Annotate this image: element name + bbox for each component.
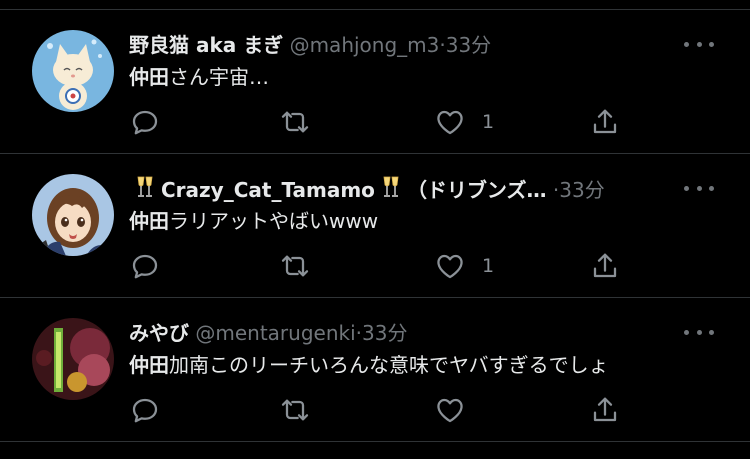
reply-button[interactable] [129, 102, 161, 142]
timestamp[interactable]: 33分 [559, 178, 604, 202]
retweet-button[interactable] [279, 246, 311, 286]
share-icon [593, 109, 617, 134]
tweet-text: 仲田さん宇宙… [129, 62, 269, 92]
tweet[interactable]: 野良猫 aka まぎ @mahjong_m3·33分 仲田さん宇宙… 1 [0, 10, 750, 154]
mention[interactable]: 仲田 [129, 353, 169, 377]
handle[interactable]: @mahjong_m3 [290, 33, 440, 57]
reply-feed: 野良猫 aka まぎ @mahjong_m3·33分 仲田さん宇宙… 1 Cra… [0, 0, 750, 459]
tweet-text: 仲田加南このリーチいろんな意味でヤバすぎるでしょ [129, 350, 609, 380]
display-name[interactable]: Crazy_Cat_Tamamo [161, 178, 375, 202]
more-options-icon[interactable] [684, 34, 714, 54]
tweet[interactable]: みやび @mentarugenki·33分 仲田加南このリーチいろんな意味でヤバ… [0, 298, 750, 442]
display-name[interactable]: みやび [129, 321, 189, 345]
display-name[interactable]: 野良猫 aka まぎ [129, 33, 283, 57]
handle[interactable]: @mentarugenki [195, 321, 355, 345]
game-art-avatar-image [32, 318, 114, 400]
more-options-icon[interactable] [684, 178, 714, 198]
tweet-text-content: さん宇宙… [169, 65, 269, 89]
display-name-extra[interactable]: （ドリブンズ… [407, 178, 547, 202]
reply-button[interactable] [129, 246, 161, 286]
tweet-text: 仲田ラリアットやばいwww [129, 206, 378, 236]
timestamp[interactable]: 33分 [446, 33, 491, 57]
reply-icon [132, 110, 158, 135]
share-button[interactable] [589, 246, 621, 286]
timestamp[interactable]: 33分 [362, 321, 407, 345]
share-button[interactable] [589, 390, 621, 430]
like-button[interactable]: 1 [434, 102, 494, 142]
anime-character-avatar-image [32, 174, 114, 256]
reply-button[interactable] [129, 390, 161, 430]
tweet[interactable]: Crazy_Cat_Tamamo （ドリブンズ… ·33分 仲田ラリアットやばい… [0, 154, 750, 298]
tweet-header: みやび @mentarugenki·33分 [129, 318, 630, 348]
share-button[interactable] [589, 102, 621, 142]
champagne-glasses-icon [137, 176, 153, 197]
tweet-actions: 1 [129, 102, 649, 142]
reply-icon [132, 254, 158, 279]
retweet-icon [281, 255, 309, 277]
like-icon [437, 398, 463, 423]
reply-icon [132, 398, 158, 423]
more-options-icon[interactable] [684, 322, 714, 342]
like-button[interactable]: 1 [434, 246, 494, 286]
like-count: 1 [482, 111, 495, 133]
retweet-icon [281, 399, 309, 421]
tweet-text-content: 加南このリーチいろんな意味でヤバすぎるでしょ [169, 353, 609, 377]
avatar[interactable] [32, 30, 114, 112]
like-button[interactable] [434, 390, 482, 430]
tweet-actions [129, 390, 649, 430]
champagne-glasses-icon [383, 176, 399, 197]
mention[interactable]: 仲田 [129, 209, 169, 233]
cat-avatar-image [32, 30, 114, 112]
avatar[interactable] [32, 174, 114, 256]
like-count: 1 [482, 255, 495, 277]
tweet-actions: 1 [129, 246, 649, 286]
tweet-text-content: ラリアットやばいwww [169, 209, 379, 233]
avatar[interactable] [32, 318, 114, 400]
tweet-header: Crazy_Cat_Tamamo （ドリブンズ… ·33分 [129, 174, 630, 204]
mention[interactable]: 仲田 [129, 65, 169, 89]
share-icon [593, 397, 617, 422]
like-icon [437, 254, 463, 279]
like-icon [437, 110, 463, 135]
share-icon [593, 253, 617, 278]
retweet-button[interactable] [279, 390, 311, 430]
retweet-icon [281, 111, 309, 133]
retweet-button[interactable] [279, 102, 311, 142]
tweet-header: 野良猫 aka まぎ @mahjong_m3·33分 [129, 30, 630, 60]
